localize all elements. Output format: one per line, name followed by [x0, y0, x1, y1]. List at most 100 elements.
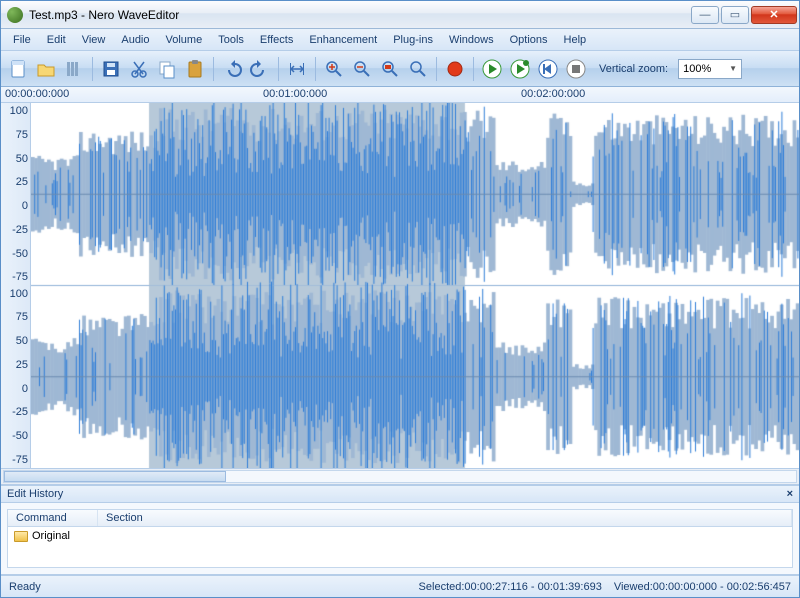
menubar: FileEditViewAudioVolumeToolsEffectsEnhan…: [1, 29, 799, 51]
menu-volume[interactable]: Volume: [158, 31, 211, 49]
waveform-canvas-wrap[interactable]: [31, 103, 799, 468]
paste-button[interactable]: [182, 56, 208, 82]
zoom-value: 100%: [683, 63, 711, 75]
zoom-full-button[interactable]: [405, 56, 431, 82]
paste-icon: [184, 58, 206, 80]
menu-tools[interactable]: Tools: [210, 31, 252, 49]
edit-history-panel: Command Section Original: [1, 503, 799, 575]
yaxis-tick: -50: [3, 248, 28, 260]
status-selected: Selected:00:00:27:116 - 00:01:39:693: [419, 581, 602, 593]
play-loop-icon: [509, 58, 531, 80]
menu-windows[interactable]: Windows: [441, 31, 502, 49]
stop-icon: [565, 58, 587, 80]
save-button[interactable]: [98, 56, 124, 82]
zoom-selection-button[interactable]: [377, 56, 403, 82]
play-button[interactable]: [479, 56, 505, 82]
zoom-out-button[interactable]: [349, 56, 375, 82]
minimize-button[interactable]: —: [691, 6, 719, 24]
yaxis-tick: 100: [3, 288, 28, 300]
col-section[interactable]: Section: [98, 510, 792, 526]
open-file-button[interactable]: [33, 56, 59, 82]
panel-close-icon[interactable]: ×: [787, 488, 793, 500]
waveform-canvas[interactable]: [31, 103, 799, 468]
menu-help[interactable]: Help: [556, 31, 595, 49]
menu-view[interactable]: View: [74, 31, 114, 49]
horizontal-scrollbar[interactable]: [1, 468, 799, 485]
app-icon: [7, 7, 23, 23]
amplitude-axis: 100 75 50 25 0 -25 -50 -75 100 75 50 25 0 -25 -50 -75: [1, 103, 31, 468]
chevron-down-icon: ▼: [729, 64, 737, 73]
copy-button[interactable]: [154, 56, 180, 82]
zoom-selection-icon: [379, 58, 401, 80]
play-icon: [481, 58, 503, 80]
library-icon: [63, 58, 85, 80]
ruler-tick: 00:00:00:000: [5, 88, 69, 100]
menu-plug-ins[interactable]: Plug-ins: [385, 31, 441, 49]
history-row[interactable]: Original: [8, 527, 792, 545]
rewind-icon: [537, 58, 559, 80]
yaxis-tick: -25: [3, 406, 28, 418]
vertical-zoom-label: Vertical zoom:: [599, 63, 668, 75]
waveform-area: 100 75 50 25 0 -25 -50 -75 100 75 50 25 0 -25 -50 -75: [1, 103, 799, 468]
yaxis-tick: 0: [3, 383, 28, 395]
status-ready: Ready: [9, 581, 41, 593]
menu-options[interactable]: Options: [502, 31, 556, 49]
yaxis-tick: 75: [3, 311, 28, 323]
status-viewed: Viewed:00:00:00:000 - 00:02:56:457: [614, 581, 791, 593]
window-title: Test.mp3 - Nero WaveEditor: [29, 8, 691, 22]
yaxis-tick: -75: [3, 454, 28, 466]
menu-audio[interactable]: Audio: [113, 31, 157, 49]
cut-icon: [128, 58, 150, 80]
yaxis-tick: 50: [3, 335, 28, 347]
cut-button[interactable]: [126, 56, 152, 82]
yaxis-tick: 0: [3, 200, 28, 212]
close-button[interactable]: ✕: [751, 6, 797, 24]
menu-file[interactable]: File: [5, 31, 39, 49]
save-icon: [100, 58, 122, 80]
yaxis-tick: -75: [3, 271, 28, 283]
select-all-icon: [286, 58, 308, 80]
new-file-button[interactable]: [5, 56, 31, 82]
record-button[interactable]: [442, 56, 468, 82]
rewind-button[interactable]: [535, 56, 561, 82]
stop-button[interactable]: [563, 56, 589, 82]
yaxis-tick: -50: [3, 430, 28, 442]
ruler-tick: 00:01:00:000: [263, 88, 327, 100]
edit-history-header: Edit History ×: [1, 485, 799, 503]
history-command: Original: [32, 530, 70, 542]
menu-edit[interactable]: Edit: [39, 31, 74, 49]
zoom-in-icon: [323, 58, 345, 80]
yaxis-tick: 75: [3, 129, 28, 141]
folder-icon: [14, 531, 28, 542]
library-button[interactable]: [61, 56, 87, 82]
yaxis-tick: -25: [3, 224, 28, 236]
history-grid[interactable]: Command Section Original: [7, 509, 793, 568]
record-icon: [444, 58, 466, 80]
redo-icon: [249, 58, 271, 80]
open-file-icon: [35, 58, 57, 80]
zoom-in-button[interactable]: [321, 56, 347, 82]
app-window: Test.mp3 - Nero WaveEditor — ▭ ✕ FileEdi…: [0, 0, 800, 598]
edit-history-title: Edit History: [7, 488, 63, 500]
yaxis-tick: 100: [3, 105, 28, 117]
ruler-tick: 00:02:00:000: [521, 88, 585, 100]
select-all-button[interactable]: [284, 56, 310, 82]
titlebar[interactable]: Test.mp3 - Nero WaveEditor — ▭ ✕: [1, 1, 799, 29]
yaxis-tick: 25: [3, 176, 28, 188]
scrollbar-thumb[interactable]: [4, 471, 226, 482]
new-file-icon: [7, 58, 29, 80]
redo-button[interactable]: [247, 56, 273, 82]
vertical-zoom-select[interactable]: 100% ▼: [678, 59, 742, 79]
yaxis-tick: 25: [3, 359, 28, 371]
time-ruler[interactable]: 00:00:00:000 00:01:00:000 00:02:00:000: [1, 87, 799, 103]
toolbar: Vertical zoom: 100% ▼: [1, 51, 799, 87]
menu-effects[interactable]: Effects: [252, 31, 301, 49]
col-command[interactable]: Command: [8, 510, 98, 526]
maximize-button[interactable]: ▭: [721, 6, 749, 24]
zoom-out-icon: [351, 58, 373, 80]
undo-button[interactable]: [219, 56, 245, 82]
statusbar: Ready Selected:00:00:27:116 - 00:01:39:6…: [1, 575, 799, 597]
play-loop-button[interactable]: [507, 56, 533, 82]
yaxis-tick: 50: [3, 153, 28, 165]
menu-enhancement[interactable]: Enhancement: [301, 31, 385, 49]
